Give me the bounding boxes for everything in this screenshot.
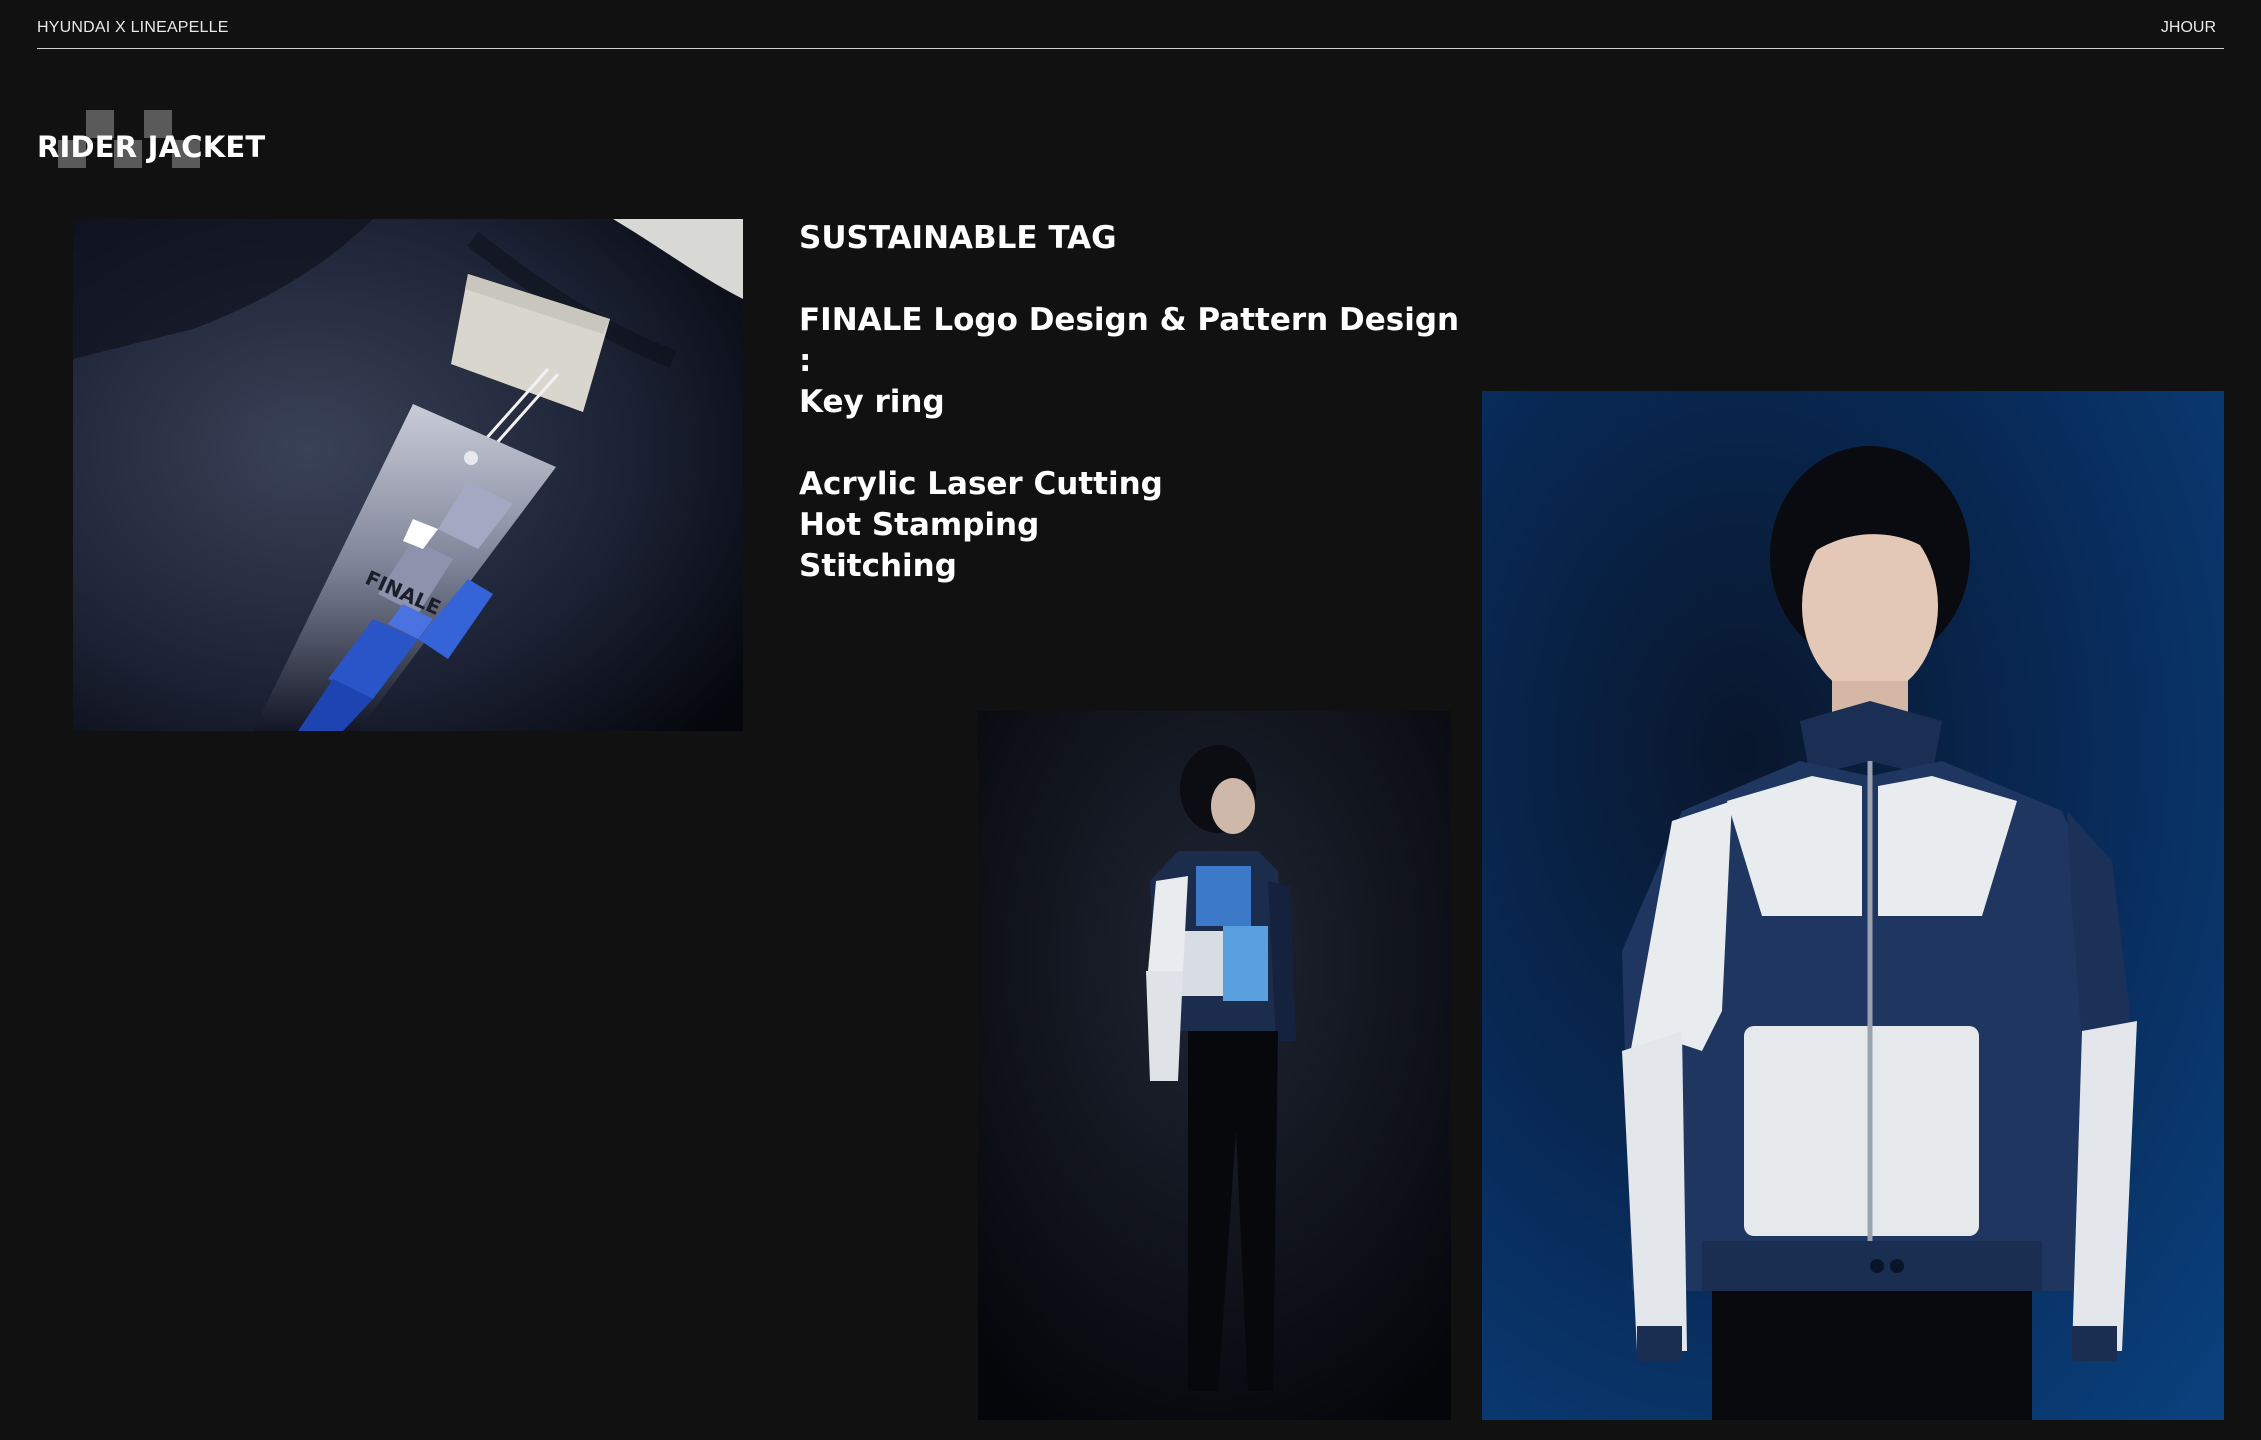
description-heading: SUSTAINABLE TAG [799, 220, 1117, 256]
description-block: SUSTAINABLE TAG FINALE Logo Design & Pat… [799, 218, 1459, 587]
technique-line: Acrylic Laser Cutting [799, 466, 1163, 502]
item-line: Key ring [799, 384, 945, 420]
brand-label: JHOUR [2160, 19, 2216, 36]
model-side-photo [978, 711, 1451, 1420]
model-front-photo [1482, 391, 2224, 1420]
collaboration-label: HYUNDAI X LINEAPELLE [37, 19, 229, 36]
design-line: FINALE Logo Design & Pattern Design [799, 302, 1460, 338]
technique-line: Hot Stamping [799, 507, 1040, 543]
technique-line: Stitching [799, 548, 957, 584]
page-title: RIDER JACKET [37, 130, 266, 164]
top-bar: HYUNDAI X LINEAPELLE JHOUR [37, 0, 2224, 49]
page: HYUNDAI X LINEAPELLE JHOUR RIDER JACKET [0, 0, 2261, 1440]
tag-closeup-photo: FINALE [73, 219, 743, 731]
separator-line: : [799, 343, 812, 379]
